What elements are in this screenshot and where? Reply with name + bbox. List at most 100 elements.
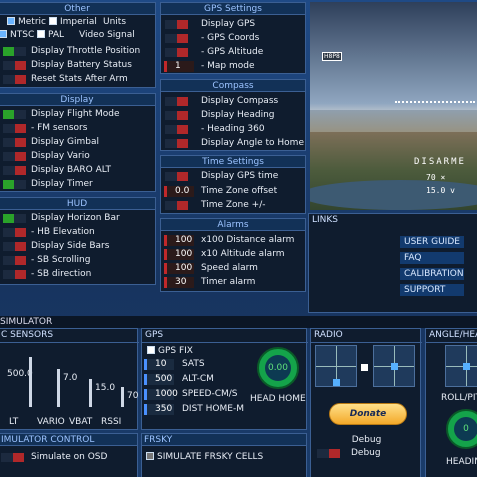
hud-item-0-row[interactable]: Display Horizon Bar — [0, 212, 155, 224]
gps-sim-input[interactable]: 350 — [144, 404, 174, 415]
compass-item-0-row[interactable]: Display Compass — [161, 95, 305, 107]
display-item-2-row[interactable]: Display Gimbal — [0, 136, 155, 148]
gps-item-2-row[interactable]: - GPS Altitude — [161, 46, 305, 58]
radio-checkbox[interactable] — [361, 364, 368, 371]
metric-checkbox[interactable]: Metric — [7, 16, 46, 28]
hud-item-3-toggle[interactable] — [3, 256, 26, 265]
sensor-slider[interactable] — [29, 357, 32, 407]
other-item-2-row[interactable]: Reset Stats After Arm — [0, 73, 155, 85]
display-item-4-row[interactable]: Display BARO ALT — [0, 164, 155, 176]
compass-item-2-row[interactable]: - Heading 360 — [161, 123, 305, 135]
time-offset-row: 0.0 Time Zone offset — [161, 185, 307, 197]
display-item-1-row[interactable]: - FM sensors — [0, 122, 155, 134]
pal-checkbox[interactable]: PAL — [37, 29, 64, 41]
display-title: Display — [0, 94, 155, 106]
gps-item-2-toggle[interactable] — [165, 48, 188, 57]
head-home-dial[interactable]: 0.00 — [257, 347, 299, 389]
sensor-label: VARIO — [37, 417, 65, 427]
hud-item-4-row[interactable]: - SB direction — [0, 268, 155, 280]
roll-pitch-knob[interactable] — [463, 363, 470, 370]
left-stick[interactable] — [315, 345, 357, 387]
roll-pitch-label: ROLL/PIT — [441, 393, 477, 403]
gps-fix-label: GPS FIX — [158, 346, 193, 356]
link-calibration[interactable]: CALIBRATION — [400, 268, 464, 280]
display-item-3-toggle[interactable] — [3, 152, 26, 161]
display-item-5-row[interactable]: Display Timer — [0, 178, 155, 190]
roll-pitch-stick[interactable] — [445, 345, 477, 387]
link-user-guide[interactable]: USER GUIDE — [400, 236, 464, 248]
other-item-0-toggle[interactable] — [3, 47, 26, 56]
simulator-bar: SIMULATOR — [0, 316, 477, 328]
imperial-checkbox[interactable]: Imperial — [49, 16, 97, 28]
hud-item-4-toggle[interactable] — [3, 270, 26, 279]
other-item-2-toggle[interactable] — [3, 75, 26, 84]
hud-item-3-row[interactable]: - SB Scrolling — [0, 254, 155, 266]
gps-item-1-toggle[interactable] — [165, 34, 188, 43]
gps-item-1-row[interactable]: - GPS Coords — [161, 32, 305, 44]
compass-item-3-row[interactable]: Display Angle to Home — [161, 137, 305, 149]
display-item-3-row[interactable]: Display Vario — [0, 150, 155, 162]
display-item-2-toggle[interactable] — [3, 138, 26, 147]
gps-sim-panel: GPS GPS FIX 10 SATS 500 ALT-CM 1000 SPEED-CM/… — [141, 328, 308, 430]
display-item-3-label: Display Vario — [31, 151, 90, 161]
compass-item-2-toggle[interactable] — [165, 125, 188, 134]
gps-time-toggle[interactable] — [165, 172, 188, 181]
display-item-5-toggle[interactable] — [3, 180, 26, 189]
heading-dial[interactable]: 0 — [446, 409, 477, 449]
compass-item-0-toggle[interactable] — [165, 97, 188, 106]
debug-row[interactable]: Debug — [311, 447, 422, 459]
display-item-4-toggle[interactable] — [3, 166, 26, 175]
alarm-input[interactable]: 100 — [164, 249, 194, 260]
time-offset-input[interactable]: 0.0 — [164, 186, 194, 197]
debug-toggle[interactable] — [317, 449, 340, 458]
right-stick[interactable] — [373, 345, 415, 387]
alarm-input[interactable]: 30 — [164, 277, 194, 288]
right-stick-knob[interactable] — [391, 363, 398, 370]
gps-sim-input[interactable]: 500 — [144, 374, 174, 385]
head-home-value: 0.00 — [267, 363, 289, 373]
simulate-osd-row[interactable]: Simulate on OSD — [0, 451, 139, 463]
gps-sim-input[interactable]: 10 — [144, 359, 174, 370]
gps-item-2-label: - GPS Altitude — [201, 47, 264, 57]
sensor-slider[interactable] — [121, 387, 124, 407]
sensor-slider[interactable] — [89, 379, 92, 407]
donate-button[interactable]: Donate — [329, 403, 407, 425]
gps-sim-row: 350 DIST HOME-M — [142, 403, 252, 415]
hud-title: HUD — [0, 198, 155, 210]
hud-item-2-toggle[interactable] — [3, 242, 26, 251]
time-plusminus-row[interactable]: Time Zone +/- — [161, 199, 307, 211]
display-item-0-row[interactable]: Display Flight Mode — [0, 108, 155, 120]
link-support[interactable]: SUPPORT — [400, 284, 464, 296]
gps-item-0-toggle[interactable] — [165, 20, 188, 29]
gps-sim-label: DIST HOME-M — [182, 404, 244, 414]
left-stick-knob[interactable] — [333, 379, 340, 386]
hud-item-2-row[interactable]: Display Side Bars — [0, 240, 155, 252]
time-plusminus-toggle[interactable] — [165, 201, 188, 210]
alarm-input[interactable]: 100 — [164, 235, 194, 246]
other-item-0-row[interactable]: Display Throttle Position — [0, 45, 155, 57]
imperial-label: Imperial — [60, 17, 97, 27]
display-item-0-toggle[interactable] — [3, 110, 26, 119]
sensor-slider[interactable] — [57, 369, 60, 407]
simulate-osd-toggle[interactable] — [1, 453, 24, 462]
gps-item-1-label: - GPS Coords — [201, 33, 260, 43]
gps-fix-row[interactable]: GPS FIX — [147, 345, 193, 357]
compass-item-1-row[interactable]: Display Heading — [161, 109, 305, 121]
frsky-row[interactable]: SIMULATE FRSKY CELLS — [146, 451, 263, 463]
alarm-input[interactable]: 100 — [164, 263, 194, 274]
other-item-1-toggle[interactable] — [3, 61, 26, 70]
hud-item-1-toggle[interactable] — [3, 228, 26, 237]
hud-item-1-row[interactable]: - HB Elevation — [0, 226, 155, 238]
display-item-1-toggle[interactable] — [3, 124, 26, 133]
map-mode-input[interactable]: 1 — [164, 61, 194, 72]
compass-item-1-toggle[interactable] — [165, 111, 188, 120]
compass-item-3-toggle[interactable] — [165, 139, 188, 148]
hud-item-0-toggle[interactable] — [3, 214, 26, 223]
ntsc-checkbox[interactable]: NTSC — [0, 29, 34, 41]
other-item-1-row[interactable]: Display Battery Status — [0, 59, 155, 71]
link-faq[interactable]: FAQ — [400, 252, 464, 264]
osd-alt: 15.0 v — [426, 186, 455, 195]
gps-item-0-row[interactable]: Display GPS — [161, 18, 305, 30]
gps-sim-input[interactable]: 1000 — [144, 389, 178, 400]
gps-time-row[interactable]: Display GPS time — [161, 170, 307, 182]
